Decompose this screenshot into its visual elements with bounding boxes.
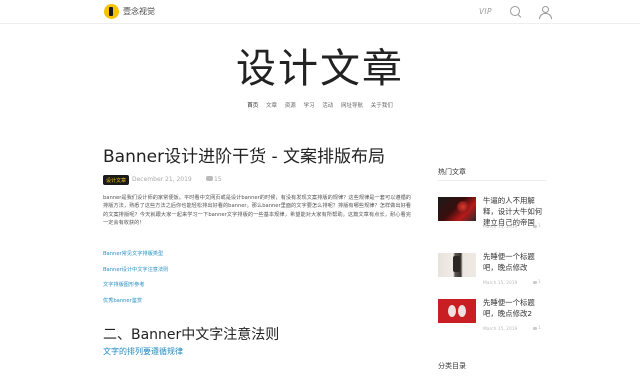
hot-article-date: March 15, 2019 bbox=[483, 225, 518, 230]
section-heading: 二、Banner中文字注意法则 bbox=[103, 327, 280, 343]
nav-item-resources[interactable]: 资源 bbox=[285, 101, 296, 109]
article-intro: banner是我们设计师的家常便饭。平时看中文网页或是设计banner的时候，有… bbox=[103, 195, 411, 227]
comment-icon bbox=[533, 225, 537, 228]
comment-count[interactable]: 15 bbox=[214, 176, 222, 183]
nav-item-learn[interactable]: 学习 bbox=[303, 101, 314, 109]
hot-article-date: March 15, 2019 bbox=[483, 327, 518, 332]
hot-article-item[interactable]: 先睡便一个标题吧，晚点修改 March 15, 2019 1 bbox=[438, 251, 548, 289]
comment-icon bbox=[206, 176, 213, 181]
hot-article-title[interactable]: 先睡便一个标题吧，晚点修改 bbox=[483, 251, 547, 273]
main-nav: 首页 文章 资源 学习 活动 网址导航 关于我们 bbox=[0, 101, 640, 109]
vip-link[interactable]: VIP bbox=[479, 7, 492, 16]
hot-articles-title: 热门文章 bbox=[438, 168, 466, 176]
categories-title: 分类目录 bbox=[438, 362, 466, 370]
user-icon[interactable] bbox=[538, 5, 552, 19]
comment-icon bbox=[533, 327, 537, 330]
nav-item-home[interactable]: 首页 bbox=[247, 101, 258, 109]
hot-article-thumbnail[interactable] bbox=[438, 299, 476, 323]
article-date: December 21, 2019 bbox=[132, 176, 192, 183]
nav-item-about[interactable]: 关于我们 bbox=[371, 101, 393, 109]
category-badge[interactable]: 设计文章 bbox=[103, 175, 130, 185]
hot-article-comments: 1 bbox=[538, 280, 541, 285]
sub-heading: 文字的排列要遵循规律 bbox=[103, 347, 183, 356]
toc-link[interactable]: 文字排版图形参考 bbox=[103, 281, 403, 297]
brand-name[interactable]: 壹念视觉 bbox=[123, 6, 155, 17]
toc-link[interactable]: Banner设计中文字注意法则 bbox=[103, 266, 403, 282]
search-icon[interactable] bbox=[509, 5, 523, 19]
hot-article-comments: 1 bbox=[538, 224, 541, 229]
comment-icon bbox=[533, 281, 537, 284]
nav-item-site-nav[interactable]: 网址导航 bbox=[341, 101, 363, 109]
hot-article-thumbnail[interactable] bbox=[438, 197, 476, 221]
hot-article-thumbnail[interactable] bbox=[438, 253, 476, 277]
toc-link[interactable]: 优秀banner鉴赏 bbox=[103, 297, 403, 313]
nav-item-events[interactable]: 活动 bbox=[322, 101, 333, 109]
article-title: Banner设计进阶干货 - 文案排版布局 bbox=[103, 147, 386, 167]
toc-links: Banner常见文字排版类型 Banner设计中文字注意法则 文字排版图形参考 … bbox=[103, 250, 403, 312]
logo-icon[interactable] bbox=[104, 4, 119, 19]
hot-article-item[interactable]: 先睡便一个标题吧，晚点修改2 March 15, 2019 1 bbox=[438, 297, 548, 335]
nav-item-articles[interactable]: 文章 bbox=[266, 101, 277, 109]
hot-article-title[interactable]: 先睡便一个标题吧，晚点修改2 bbox=[483, 297, 547, 319]
hot-article-date: March 15, 2019 bbox=[483, 281, 518, 286]
page-title: 设计文章 bbox=[236, 46, 404, 92]
sidebar-divider bbox=[438, 180, 546, 181]
hot-article-comments: 1 bbox=[538, 326, 541, 331]
top-bar: 壹念视觉 VIP bbox=[0, 0, 640, 24]
hot-article-item[interactable]: 牛逼的人不用解释，设计大牛如何建立自己的帝国 March 15, 2019 1 bbox=[438, 196, 548, 233]
toc-link[interactable]: Banner常见文字排版类型 bbox=[103, 250, 403, 266]
